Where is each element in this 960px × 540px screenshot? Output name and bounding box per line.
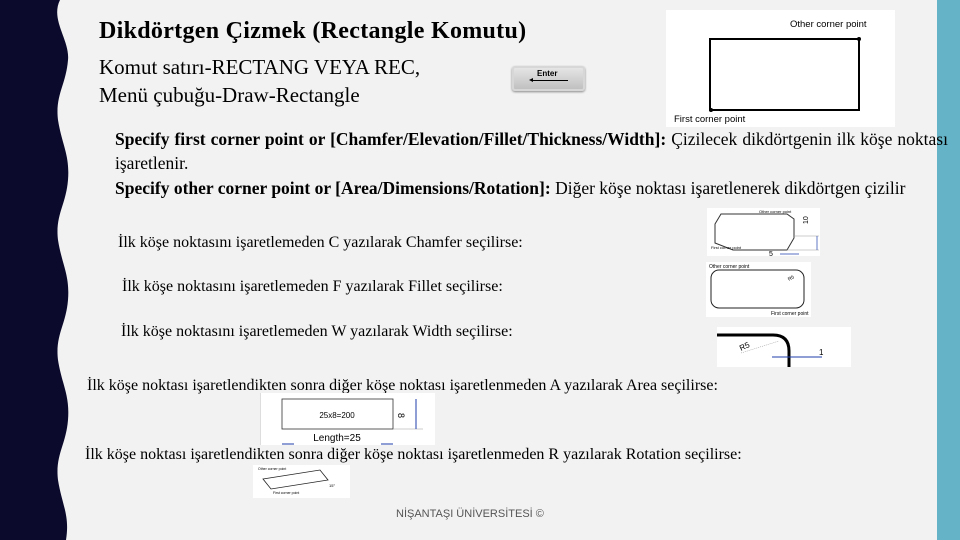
rectangle-shape bbox=[709, 38, 860, 111]
rotation-first-label: First corner point bbox=[273, 491, 299, 495]
rotation-angle-label: 15° bbox=[329, 483, 335, 488]
fillet-diagram: Other corner point First corner point R5 bbox=[706, 262, 811, 317]
width-polyline bbox=[717, 333, 791, 367]
enter-key-label: Enter bbox=[537, 69, 558, 78]
area-value-label: 25x8=200 bbox=[319, 411, 355, 420]
rotation-option-text: İlk köşe noktası işaretlendikten sonra d… bbox=[85, 446, 742, 463]
other-corner-dot bbox=[857, 37, 861, 41]
rotated-rect bbox=[262, 469, 329, 490]
right-accent-band bbox=[937, 0, 960, 540]
first-corner-paragraph: Specify first corner point or [Chamfer/E… bbox=[115, 127, 948, 175]
rectangle-diagram: Other corner point First corner point bbox=[666, 10, 895, 127]
width-value-label: 1 bbox=[819, 348, 824, 357]
slide-title: Dikdörtgen Çizmek (Rectangle Komutu) bbox=[99, 18, 527, 44]
width-radius-label: R5 bbox=[738, 340, 752, 353]
left-decorative-band bbox=[0, 0, 69, 540]
width-diagram: R5 1 bbox=[717, 327, 851, 367]
rotation-other-label: Other corner point bbox=[258, 467, 286, 471]
width-option-text: İlk köşe noktasını işaretlemeden W yazıl… bbox=[121, 323, 513, 340]
area-diagram: 25x8=200 Length=25 8 bbox=[260, 393, 435, 445]
first-corner-prompt: Specify first corner point or [Chamfer/E… bbox=[115, 129, 667, 149]
menu-bar-text: Menü çubuğu-Draw-Rectangle bbox=[99, 83, 360, 107]
rotation-diagram: Other corner point First corner point 15… bbox=[253, 465, 350, 498]
other-corner-paragraph: Specify other corner point or [Area/Dime… bbox=[115, 176, 948, 200]
chamfer-dim-vertical: 10 bbox=[803, 216, 810, 224]
other-corner-desc: Diğer köşe noktası işaretlenerek dikdört… bbox=[550, 178, 906, 198]
first-corner-dot bbox=[709, 108, 713, 112]
fillet-radius-label: R5 bbox=[787, 274, 796, 283]
chamfer-other-label: Other corner point bbox=[759, 209, 792, 214]
first-corner-label: First corner point bbox=[674, 114, 746, 125]
chamfer-first-label: First corner point bbox=[711, 245, 742, 250]
footer-university: NİŞANTAŞI ÜNİVERSİTESİ © bbox=[396, 508, 544, 520]
fillet-first-label: First corner point bbox=[771, 311, 809, 317]
fillet-option-text: İlk köşe noktasını işaretlemeden F yazıl… bbox=[122, 278, 503, 295]
chamfer-diagram: Other corner point First corner point 10… bbox=[707, 208, 820, 256]
enter-key-icon: Enter bbox=[512, 66, 585, 91]
return-arrow-icon bbox=[529, 78, 568, 82]
chamfer-dim-horizontal: 5 bbox=[769, 251, 773, 256]
other-corner-prompt: Specify other corner point or [Area/Dime… bbox=[115, 178, 551, 198]
area-width-label: 8 bbox=[396, 413, 406, 418]
area-length-label: Length=25 bbox=[313, 433, 361, 444]
fillet-other-label: Other corner point bbox=[709, 264, 750, 270]
command-line-text: Komut satırı-RECTANG VEYA REC, bbox=[99, 55, 421, 79]
chamfer-option-text: İlk köşe noktasını işaretlemeden C yazıl… bbox=[118, 234, 523, 251]
other-corner-label: Other corner point bbox=[790, 19, 867, 30]
